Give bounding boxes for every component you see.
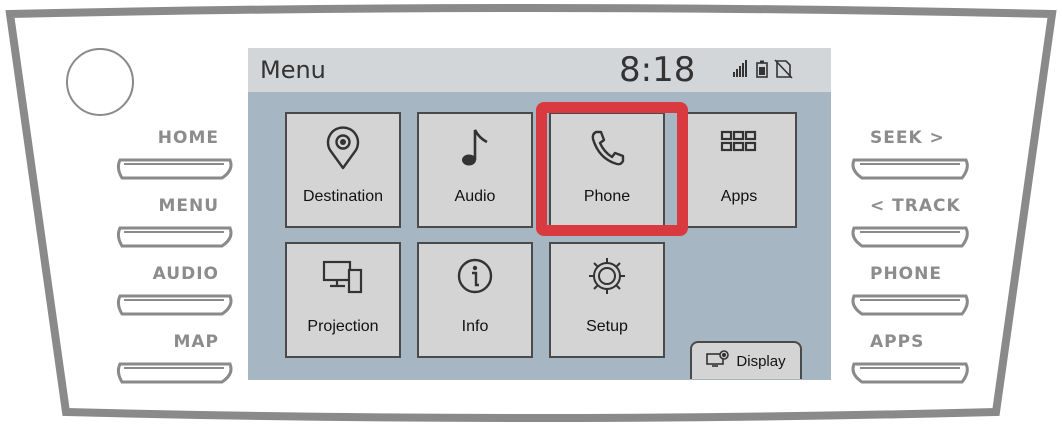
phone-highlight-frame bbox=[536, 102, 688, 236]
hw-track-label: < TRACK bbox=[870, 196, 961, 216]
status-bar: Menu 8:18 bbox=[248, 48, 831, 92]
hw-map-button[interactable]: MAP bbox=[112, 332, 237, 392]
tile-projection[interactable]: Projection bbox=[285, 242, 401, 358]
gear-icon bbox=[551, 256, 663, 300]
tile-info-label: Info bbox=[461, 318, 489, 335]
hw-menu-button[interactable]: MENU bbox=[112, 196, 237, 256]
location-pin-icon bbox=[287, 126, 399, 170]
signal-icon bbox=[733, 60, 747, 77]
volume-knob[interactable] bbox=[66, 48, 134, 116]
hw-phone-label: PHONE bbox=[870, 264, 942, 284]
info-icon bbox=[419, 256, 531, 300]
tile-destination[interactable]: Destination bbox=[285, 112, 401, 228]
hw-phone-button[interactable]: PHONE bbox=[848, 264, 973, 324]
hw-seek-button[interactable]: SEEK > bbox=[848, 128, 973, 188]
clock: 8:18 bbox=[619, 50, 696, 90]
hw-audio-button[interactable]: AUDIO bbox=[112, 264, 237, 324]
hw-track-button[interactable]: < TRACK bbox=[848, 196, 973, 256]
tile-info[interactable]: Info bbox=[417, 242, 533, 358]
no-sim-icon bbox=[774, 59, 793, 79]
battery-icon bbox=[756, 60, 768, 78]
hw-home-button[interactable]: HOME bbox=[112, 128, 237, 188]
hw-audio-label: AUDIO bbox=[152, 264, 219, 284]
status-icons bbox=[733, 59, 797, 84]
app-grid-icon bbox=[683, 126, 795, 170]
tile-audio-label: Audio bbox=[454, 188, 496, 205]
tile-setup[interactable]: Setup bbox=[549, 242, 665, 358]
tile-audio[interactable]: Audio bbox=[417, 112, 533, 228]
tile-projection-label: Projection bbox=[307, 318, 379, 335]
display-button[interactable]: Display bbox=[690, 341, 802, 379]
hw-map-label: MAP bbox=[173, 332, 219, 352]
display-settings-icon bbox=[706, 350, 730, 372]
tile-apps-label: Apps bbox=[720, 188, 758, 205]
music-note-icon bbox=[419, 126, 531, 170]
display-button-label: Display bbox=[736, 352, 786, 370]
tile-apps[interactable]: Apps bbox=[681, 112, 797, 228]
hw-seek-label: SEEK > bbox=[870, 128, 945, 148]
hw-home-label: HOME bbox=[157, 128, 219, 148]
tile-destination-label: Destination bbox=[302, 188, 384, 205]
hw-menu-label: MENU bbox=[158, 196, 219, 216]
projection-devices-icon bbox=[287, 256, 399, 300]
tile-setup-label: Setup bbox=[586, 318, 628, 335]
screen-title: Menu bbox=[260, 56, 326, 84]
hw-apps-button[interactable]: APPS bbox=[848, 332, 973, 392]
hw-apps-label: APPS bbox=[870, 332, 925, 352]
